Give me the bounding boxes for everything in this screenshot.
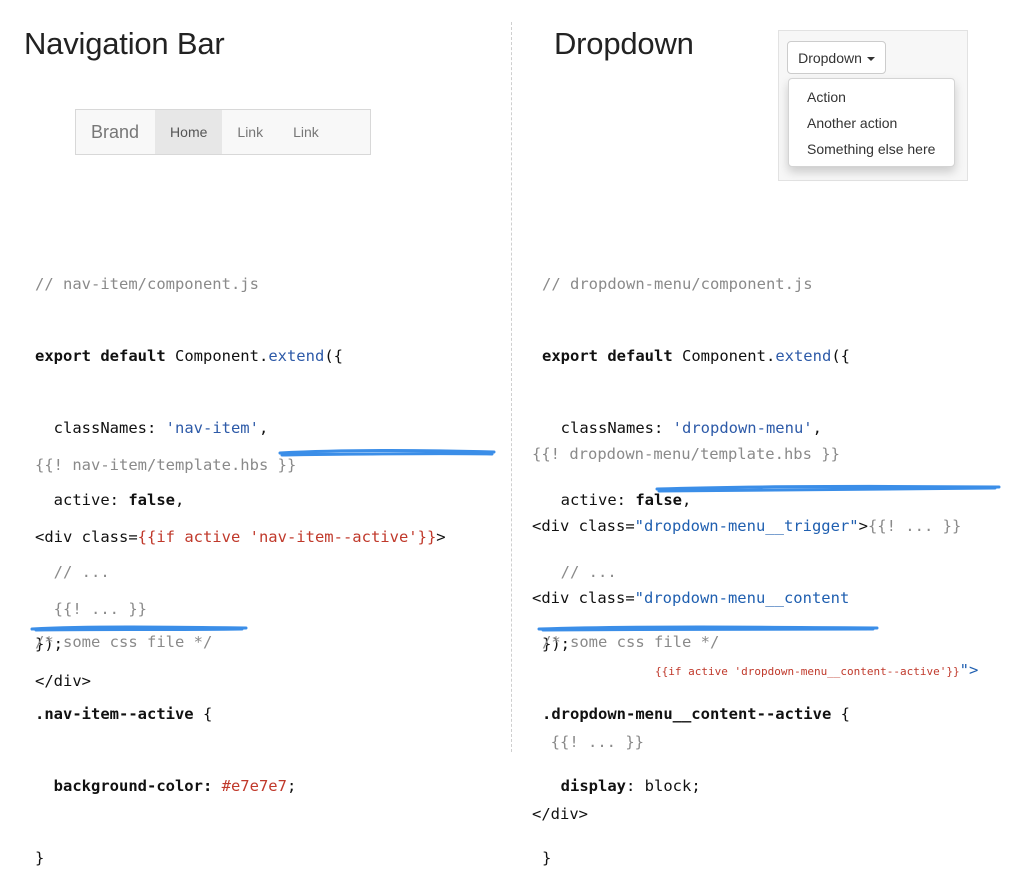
underline-scribble [655, 484, 1001, 493]
code-text: <div class= [35, 528, 138, 546]
code-text: > [436, 528, 446, 546]
column-divider [511, 22, 512, 752]
dropdown-item-something-else[interactable]: Something else here [789, 136, 954, 162]
dropdown-button-label: Dropdown [798, 49, 862, 66]
navbar-example: Brand Home Link Link [75, 109, 371, 155]
css-property: display [542, 777, 626, 795]
code-text: Component. [165, 347, 269, 365]
code-function: extend [775, 347, 832, 365]
dropdown-example: Dropdown Action Another action Something… [778, 30, 968, 181]
code-string: "> [959, 661, 979, 679]
code-function: extend [268, 347, 325, 365]
code-text: <div class= [532, 517, 635, 535]
code-text: ({ [324, 347, 343, 365]
underline-scribble [30, 625, 248, 632]
css-selector: .nav-item--active [35, 705, 194, 723]
navbar-link-home[interactable]: Home [155, 110, 223, 154]
code-text: ({ [831, 347, 850, 365]
code-text: } [35, 849, 45, 867]
navigation-bar-heading: Navigation Bar [24, 26, 225, 61]
code-text: } [542, 849, 552, 867]
caret-down-icon [866, 56, 875, 61]
dropdown-heading: Dropdown [554, 26, 694, 61]
code-comment: {{! dropdown-menu/template.hbs }} [532, 445, 840, 463]
underline-scribble [537, 625, 879, 632]
underline-scribble [278, 449, 496, 457]
code-comment: // dropdown-menu/component.js [542, 275, 813, 293]
code-text: ; [286, 777, 297, 795]
css-value: #e7e7e7 [221, 777, 287, 795]
code-hbs-expression: {{if active 'nav-item--active'}} [137, 528, 437, 546]
dropdown-item-another-action[interactable]: Another action [789, 110, 954, 136]
css-value: : block; [626, 777, 701, 795]
code-text: { [831, 705, 850, 723]
code-text: Component. [672, 347, 776, 365]
code-keyword: export default [35, 347, 166, 365]
code-keyword: export default [542, 347, 673, 365]
navbar-link-1[interactable]: Link [222, 110, 278, 154]
dropdown-item-action[interactable]: Action [789, 84, 954, 110]
css-selector: .dropdown-menu__content--active [542, 705, 832, 723]
navbar-brand[interactable]: Brand [76, 110, 155, 154]
code-text: { [193, 705, 213, 723]
code-string: "dropdown-menu__trigger" [634, 517, 859, 535]
dropdown-button[interactable]: Dropdown [787, 41, 886, 74]
code-text: > [858, 517, 868, 535]
dropdown-menu: Action Another action Something else her… [788, 78, 955, 167]
css-property: background-color: [35, 777, 222, 795]
code-comment: {{! ... }} [867, 517, 962, 535]
navbar-link-2[interactable]: Link [278, 110, 334, 154]
code-comment: // nav-item/component.js [35, 275, 259, 293]
